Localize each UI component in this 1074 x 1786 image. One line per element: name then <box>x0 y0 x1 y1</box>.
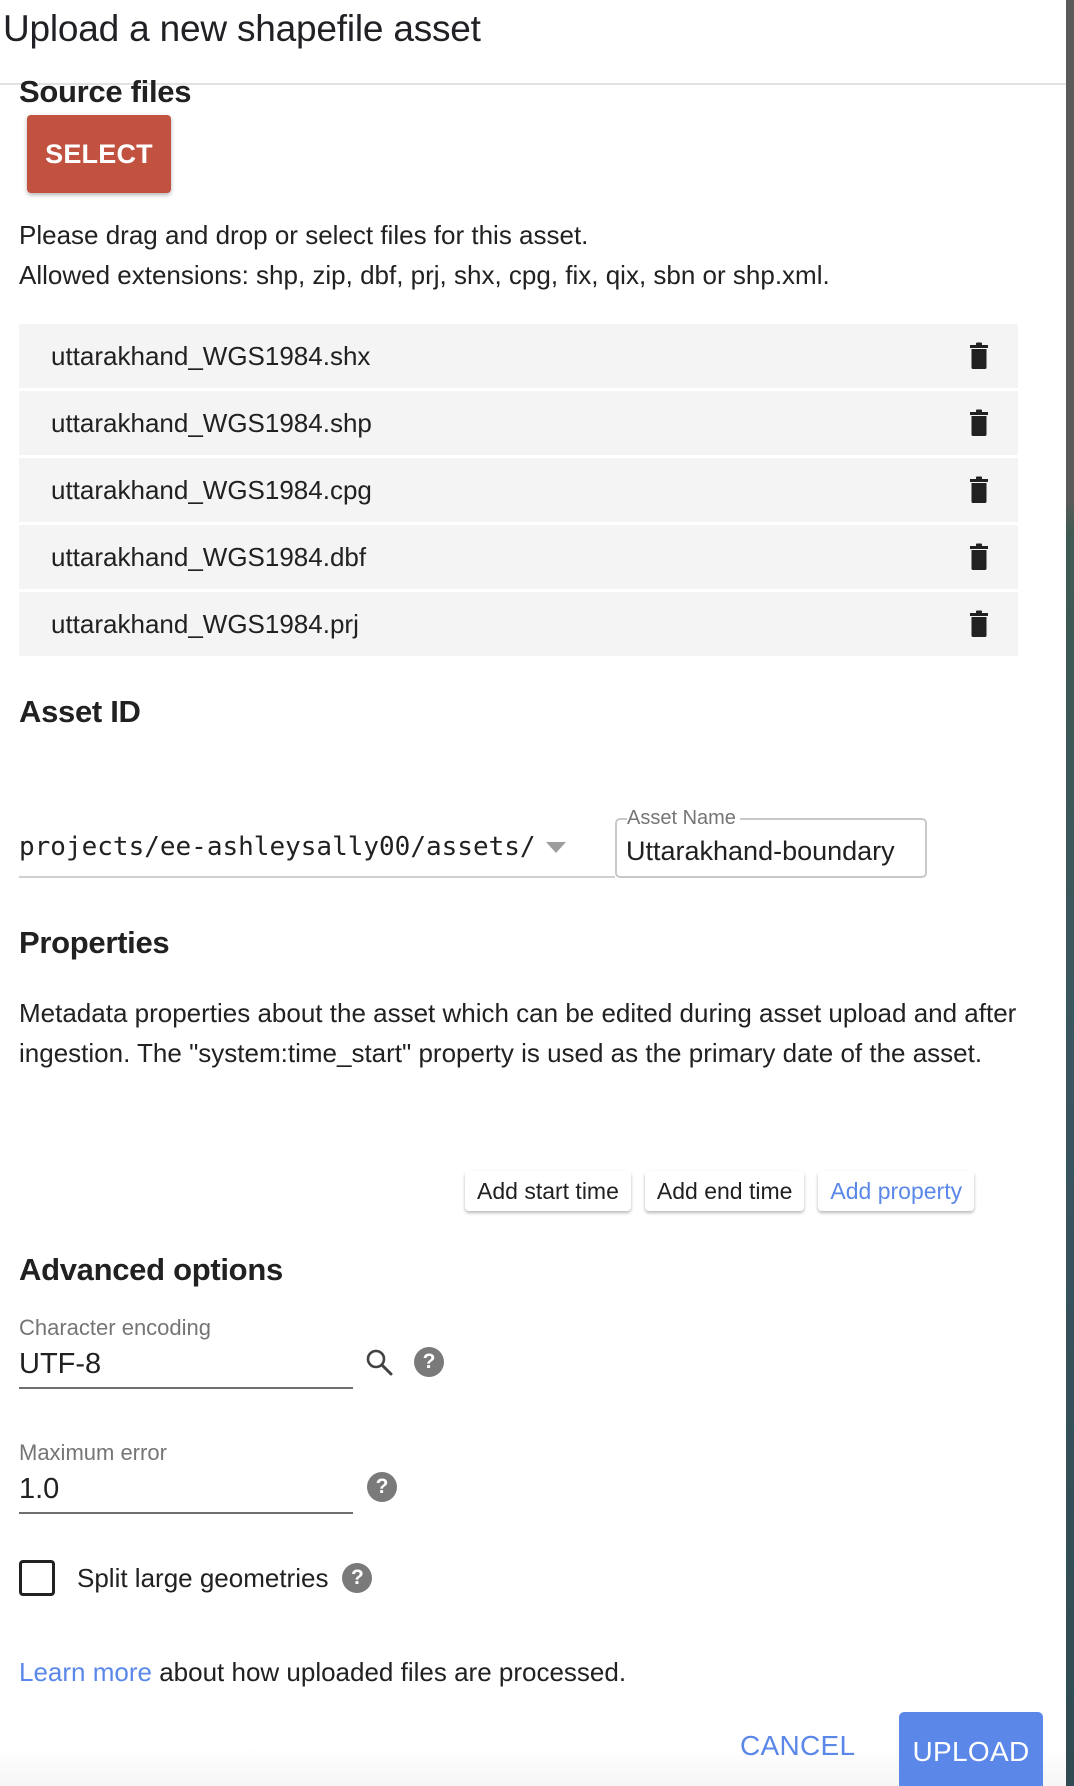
add-end-time-button[interactable]: Add end time <box>644 1171 805 1211</box>
file-name: uttarakhand_WGS1984.prj <box>51 608 359 639</box>
maximum-error-label: Maximum error <box>19 1440 167 1465</box>
learn-more-suffix: about how uploaded files are processed. <box>151 1657 627 1687</box>
cancel-button[interactable]: CANCEL <box>740 1730 855 1762</box>
advanced-options-heading: Advanced options <box>19 1252 283 1287</box>
dialog-header: Upload a new shapefile asset <box>0 0 1066 85</box>
asset-name-label: Asset Name <box>627 806 740 830</box>
trash-icon[interactable] <box>968 409 990 437</box>
split-geometries-label: Split large geometries <box>77 1562 329 1593</box>
file-list: uttarakhand_WGS1984.shx uttarakhand_WGS1… <box>19 324 1018 659</box>
help-icon[interactable]: ? <box>414 1347 444 1377</box>
character-encoding-input[interactable] <box>19 1341 353 1389</box>
file-name: uttarakhand_WGS1984.dbf <box>51 541 367 572</box>
trash-icon[interactable] <box>968 543 990 571</box>
file-list-item: uttarakhand_WGS1984.prj <box>19 592 1018 656</box>
asset-id-heading: Asset ID <box>19 694 141 729</box>
drag-drop-help-text: Please drag and drop or select files for… <box>19 220 589 250</box>
chevron-down-icon[interactable] <box>545 841 566 853</box>
split-geometries-row: Split large geometries ? <box>19 1560 373 1596</box>
character-encoding-label: Character encoding <box>19 1315 212 1340</box>
allowed-extensions-text: Allowed extensions: shp, zip, dbf, prj, … <box>19 260 830 290</box>
trash-icon[interactable] <box>968 342 990 370</box>
upload-shapefile-dialog: Upload a new shapefile asset Source file… <box>0 0 1066 1786</box>
source-files-heading: Source files <box>19 74 192 109</box>
file-list-item: uttarakhand_WGS1984.shx <box>19 324 1018 388</box>
asset-name-field[interactable]: Asset Name <box>615 806 927 878</box>
file-list-item: uttarakhand_WGS1984.dbf <box>19 525 1018 589</box>
maximum-error-input[interactable] <box>19 1466 353 1514</box>
asset-path-select[interactable]: projects/ee-ashleysally00/assets/ <box>19 818 615 878</box>
properties-heading: Properties <box>19 925 170 960</box>
trash-icon[interactable] <box>968 610 990 638</box>
character-encoding-field: Character encoding <box>19 1315 353 1389</box>
file-name: uttarakhand_WGS1984.shp <box>51 407 372 438</box>
search-icon[interactable] <box>364 1347 394 1377</box>
dialog-title: Upload a new shapefile asset <box>3 8 481 49</box>
asset-path-value: projects/ee-ashleysally00/assets/ <box>19 832 536 862</box>
file-list-item: uttarakhand_WGS1984.shp <box>19 391 1018 455</box>
maximum-error-field: Maximum error <box>19 1440 353 1514</box>
file-name: uttarakhand_WGS1984.shx <box>51 340 371 371</box>
add-start-time-button[interactable]: Add start time <box>465 1171 631 1211</box>
learn-more-text: Learn more about how uploaded files are … <box>19 1657 626 1688</box>
source-files-help: Please drag and drop or select files for… <box>19 215 830 295</box>
add-property-button[interactable]: Add property <box>818 1171 975 1211</box>
property-buttons: Add start time Add end time Add property <box>465 1171 975 1211</box>
help-icon[interactable]: ? <box>342 1563 373 1593</box>
select-files-button[interactable]: SELECT <box>27 115 171 193</box>
upload-button[interactable]: UPLOAD <box>899 1712 1043 1786</box>
trash-icon[interactable] <box>968 476 990 504</box>
help-icon[interactable]: ? <box>367 1472 397 1502</box>
learn-more-link[interactable]: Learn more <box>19 1657 152 1687</box>
split-geometries-checkbox[interactable] <box>19 1560 55 1596</box>
file-list-item: uttarakhand_WGS1984.cpg <box>19 458 1018 522</box>
properties-description: Metadata properties about the asset whic… <box>19 998 1017 1068</box>
file-name: uttarakhand_WGS1984.cpg <box>51 474 372 505</box>
map-backdrop <box>1066 0 1074 1786</box>
